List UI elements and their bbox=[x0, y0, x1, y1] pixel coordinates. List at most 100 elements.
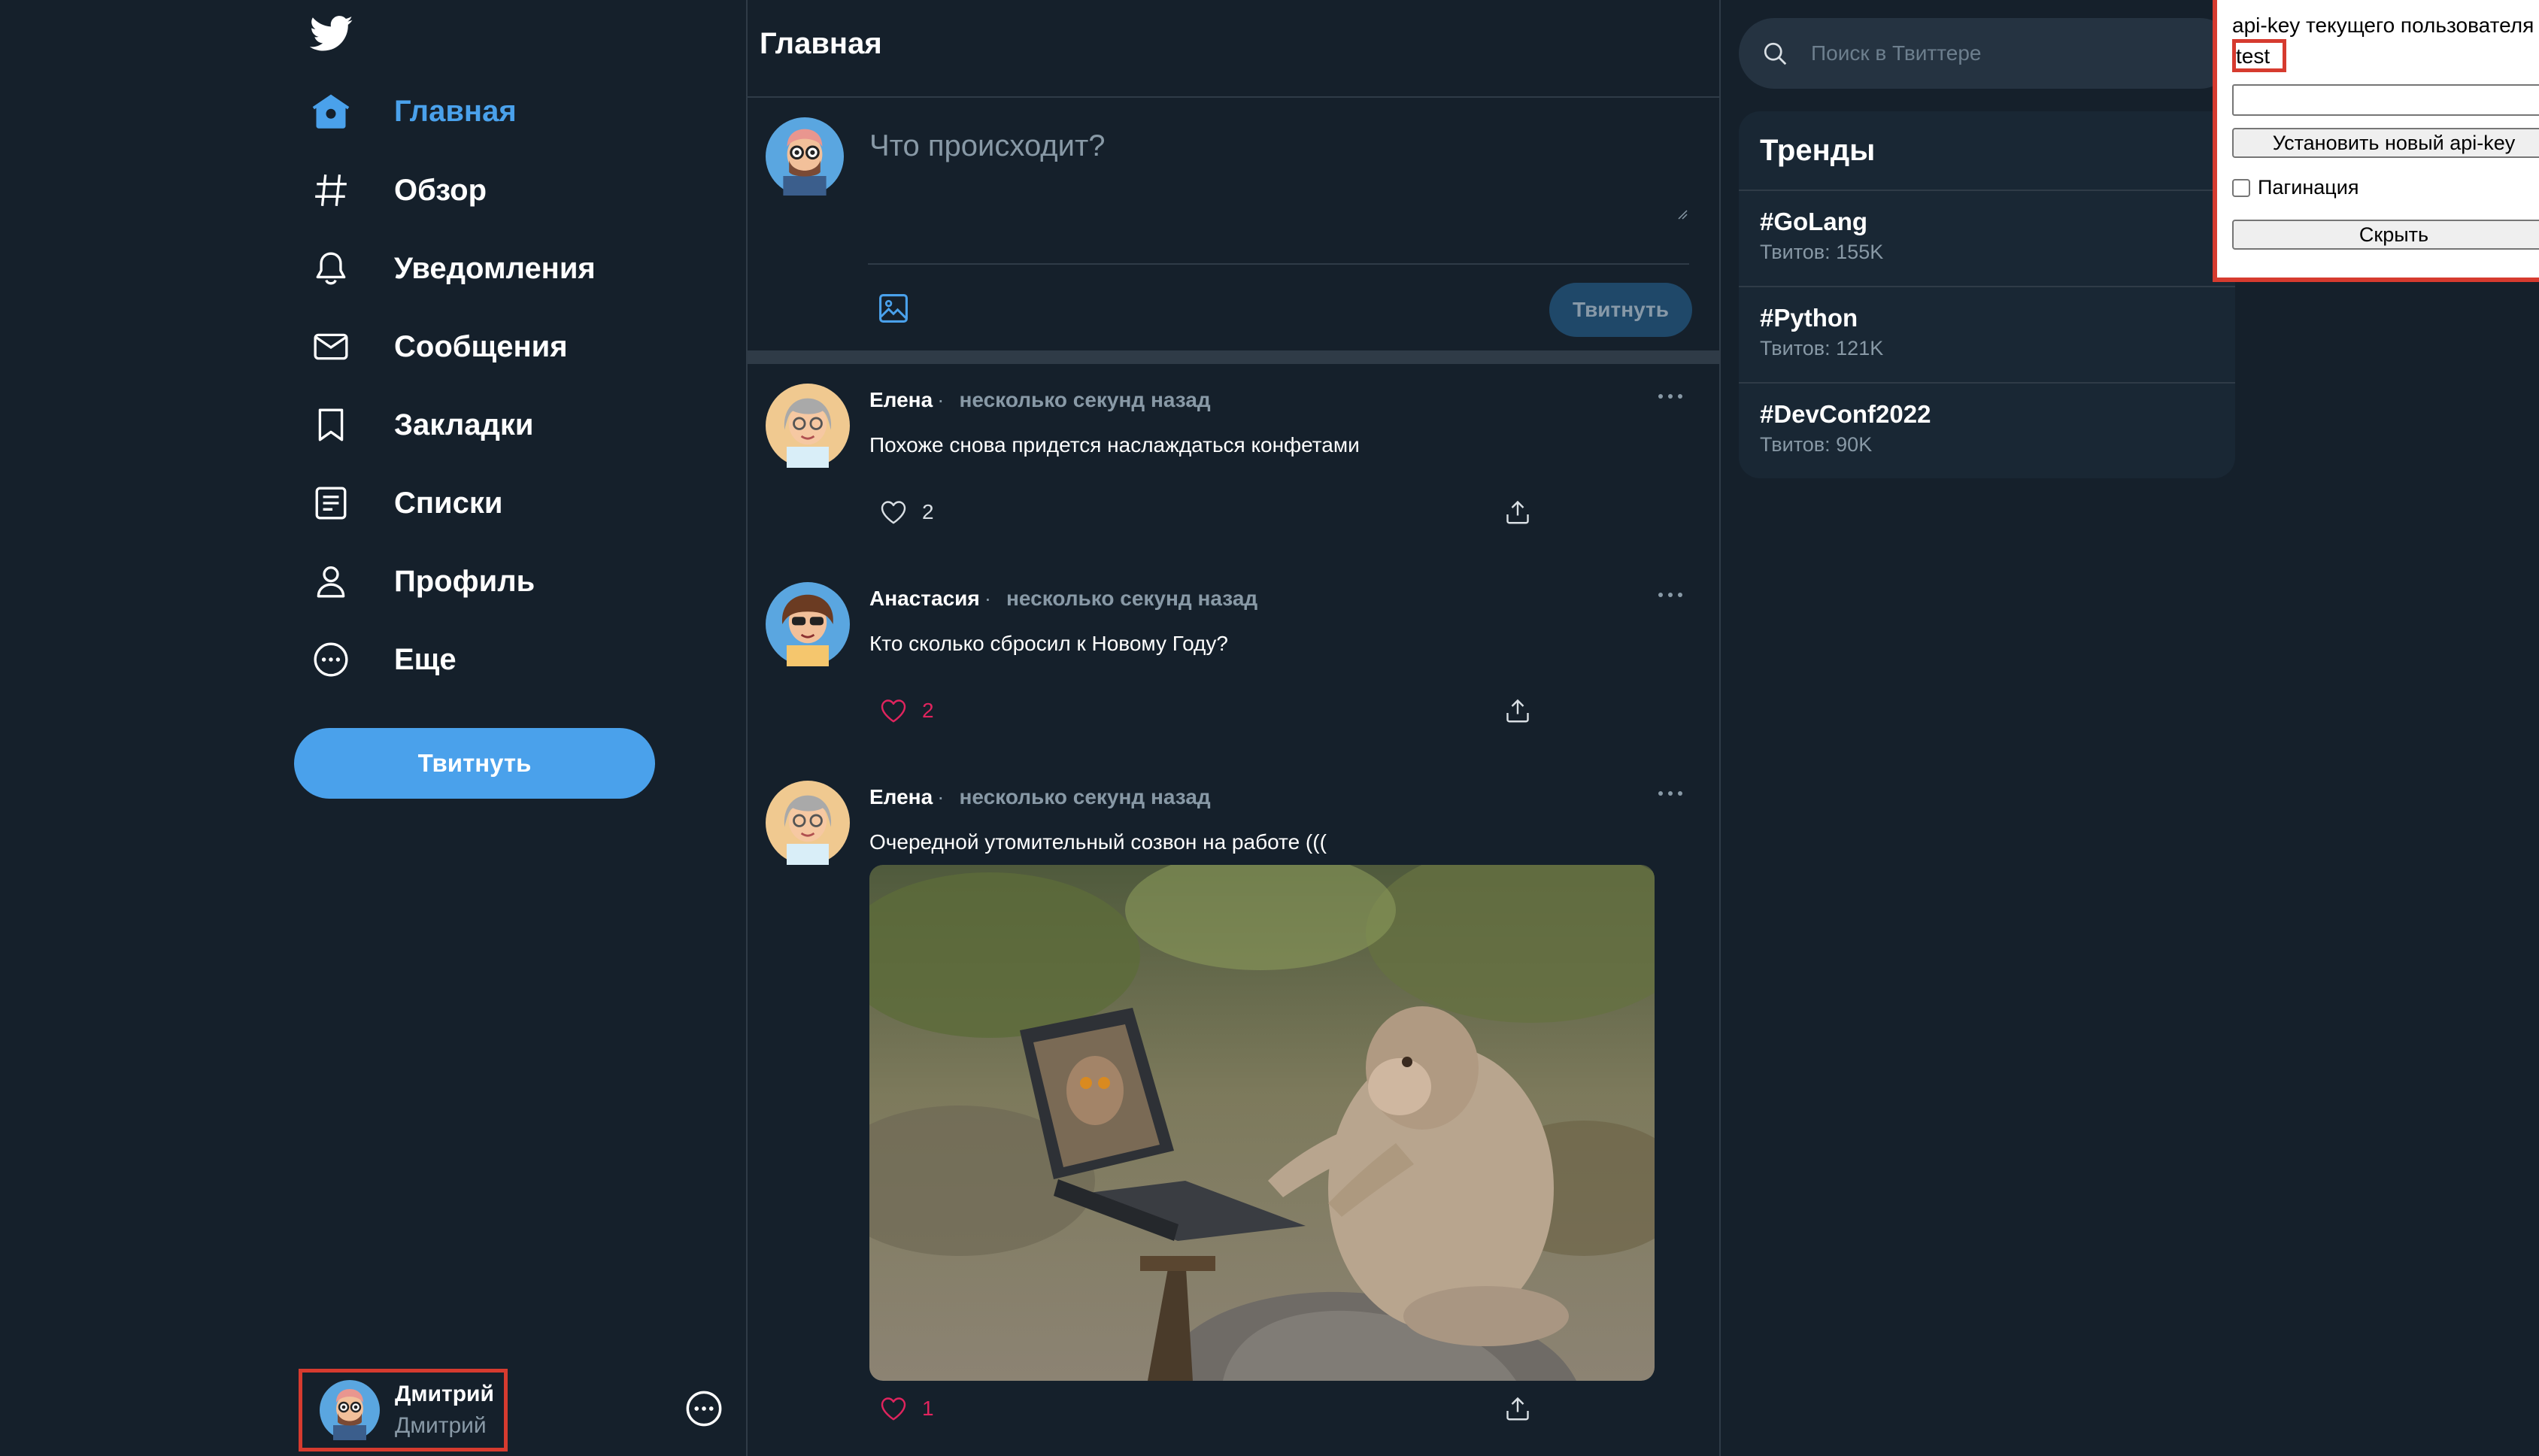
separator-dot: · bbox=[984, 587, 992, 610]
list-icon bbox=[310, 482, 352, 524]
avatar bbox=[766, 384, 850, 468]
hashtag-icon bbox=[310, 169, 352, 211]
like-button[interactable]: 2 bbox=[880, 698, 934, 723]
tweet-author[interactable]: Елена bbox=[869, 388, 933, 411]
compose-tweet-button[interactable]: Твитнуть bbox=[1549, 283, 1692, 337]
person-icon bbox=[310, 560, 352, 602]
nav-label: Закладки bbox=[394, 408, 534, 441]
more-options-icon[interactable] bbox=[1656, 590, 1685, 600]
nav-label: Обзор bbox=[394, 173, 487, 207]
tweet-author[interactable]: Анастасия bbox=[869, 587, 980, 610]
account-more-icon[interactable] bbox=[684, 1389, 723, 1428]
new-api-key-input[interactable] bbox=[2232, 84, 2539, 116]
nav-item-bookmarks[interactable]: Закладки bbox=[310, 399, 533, 451]
main-column: Главная Твитнуть bbox=[746, 0, 1721, 1456]
nav-item-home[interactable]: Главная bbox=[310, 85, 517, 138]
heart-outline-icon bbox=[880, 698, 907, 723]
tweet-image-monkey-laptop[interactable] bbox=[869, 865, 1655, 1381]
like-button[interactable]: 2 bbox=[880, 499, 934, 525]
nav-label: Еще bbox=[394, 642, 457, 676]
nav-label: Главная bbox=[394, 94, 517, 128]
heart-outline-icon bbox=[880, 499, 907, 525]
tweet-header: Елена · несколько секунд назад bbox=[869, 388, 1211, 412]
nav-label: Сообщения bbox=[394, 329, 568, 363]
nav-label: Профиль bbox=[394, 564, 535, 598]
sidebar-tweet-button[interactable]: Твитнуть bbox=[294, 728, 655, 799]
trend-count: Твитов: 155K bbox=[1760, 241, 1884, 263]
tweet-composer: Твитнуть bbox=[748, 98, 1719, 350]
nav-item-more[interactable]: Еще bbox=[310, 633, 457, 686]
tweet-time: несколько секунд назад bbox=[959, 388, 1211, 411]
trend-name: #DevConf2022 bbox=[1760, 400, 1931, 428]
api-key-panel: api-key текущего пользователя test Устан… bbox=[2213, 0, 2539, 282]
avatar bbox=[766, 781, 850, 865]
twitter-logo-icon[interactable] bbox=[310, 15, 353, 53]
tweet-time: несколько секунд назад bbox=[1006, 587, 1258, 610]
image-upload-icon[interactable] bbox=[877, 292, 910, 325]
more-circle-icon bbox=[310, 639, 352, 681]
tweet-text: Похоже снова придется наслаждаться конфе… bbox=[869, 433, 1360, 457]
nav-item-lists[interactable]: Списки bbox=[310, 477, 503, 529]
trend-name: #Python bbox=[1760, 304, 1858, 332]
like-count: 2 bbox=[922, 500, 934, 523]
nav-item-messages[interactable]: Сообщения bbox=[310, 320, 568, 373]
search-box[interactable] bbox=[1739, 18, 2235, 89]
nav-label: Списки bbox=[394, 486, 503, 520]
trend-item[interactable]: #DevConf2022 Твитов: 90K bbox=[1739, 382, 2235, 478]
tweet-header: Анастасия · несколько секунд назад bbox=[869, 587, 1257, 611]
tweet-header: Елена · несколько секунд назад bbox=[869, 785, 1211, 809]
set-api-key-button[interactable]: Установить новый api-key bbox=[2232, 128, 2539, 158]
compose-input[interactable] bbox=[868, 128, 1691, 221]
tweet[interactable]: Елена · несколько секунд назад Очередной у… bbox=[748, 767, 1719, 1456]
hide-panel-button[interactable]: Скрыть bbox=[2232, 220, 2539, 250]
pagination-label: Пагинация bbox=[2258, 176, 2359, 199]
pagination-toggle[interactable]: Пагинация bbox=[2232, 176, 2359, 199]
avatar bbox=[766, 117, 844, 196]
more-options-icon[interactable] bbox=[1656, 788, 1685, 799]
tweet-text: Кто сколько сбросил к Новому Году? bbox=[869, 632, 1228, 655]
tweet-text: Очередной утомительный созвон на работе … bbox=[869, 830, 1327, 854]
bell-icon bbox=[310, 247, 352, 290]
separator-dot: · bbox=[937, 388, 945, 411]
main-header: Главная bbox=[748, 0, 1719, 98]
envelope-icon bbox=[310, 326, 352, 368]
search-input[interactable] bbox=[1809, 41, 2234, 66]
share-icon[interactable] bbox=[1504, 696, 1531, 725]
feed-separator bbox=[748, 350, 1719, 364]
nav-item-profile[interactable]: Профиль bbox=[310, 555, 535, 608]
trend-name: #GoLang bbox=[1760, 208, 1868, 235]
tweet-author[interactable]: Елена bbox=[869, 785, 933, 808]
share-icon[interactable] bbox=[1504, 498, 1531, 526]
like-button[interactable]: 1 bbox=[880, 1396, 934, 1421]
like-count: 2 bbox=[922, 699, 934, 722]
trend-count: Твитов: 90K bbox=[1760, 433, 1873, 456]
tweet[interactable]: Елена · несколько секунд назад Похоже снов… bbox=[748, 370, 1719, 558]
current-user-handle: Дмитрий bbox=[395, 1413, 487, 1438]
resize-grip-icon[interactable] bbox=[1676, 208, 1688, 220]
avatar bbox=[320, 1380, 380, 1440]
current-user-button[interactable]: Дмитрий Дмитрий bbox=[299, 1369, 508, 1451]
tweet-time: несколько секунд назад bbox=[959, 785, 1211, 808]
heart-outline-icon bbox=[880, 1396, 907, 1421]
avatar bbox=[766, 582, 850, 666]
current-user-name: Дмитрий bbox=[395, 1382, 494, 1406]
like-count: 1 bbox=[922, 1397, 934, 1420]
separator-dot: · bbox=[937, 785, 945, 808]
trend-item[interactable]: #GoLang Твитов: 155K bbox=[1739, 190, 2235, 287]
share-icon[interactable] bbox=[1504, 1394, 1531, 1423]
trends-title: Тренды bbox=[1760, 134, 1876, 167]
divider bbox=[868, 263, 1689, 265]
api-key-label: api-key текущего пользователя bbox=[2232, 14, 2534, 37]
tweet[interactable]: Анастасия · несколько секунд назад Кто ско… bbox=[748, 569, 1719, 757]
current-api-key: test bbox=[2232, 39, 2286, 72]
home-icon bbox=[310, 90, 352, 132]
nav-item-notifications[interactable]: Уведомления bbox=[310, 242, 596, 295]
current-api-key-value: test bbox=[2236, 44, 2271, 68]
nav-label: Уведомления bbox=[394, 251, 596, 285]
more-options-icon[interactable] bbox=[1656, 391, 1685, 402]
trend-item[interactable]: #Python Твитов: 121K bbox=[1739, 286, 2235, 384]
trend-count: Твитов: 121K bbox=[1760, 337, 1884, 359]
nav-item-explore[interactable]: Обзор bbox=[310, 164, 487, 217]
pagination-checkbox[interactable] bbox=[2232, 178, 2250, 197]
trends-panel: Тренды #GoLang Твитов: 155K #Python Твит… bbox=[1739, 111, 2235, 478]
